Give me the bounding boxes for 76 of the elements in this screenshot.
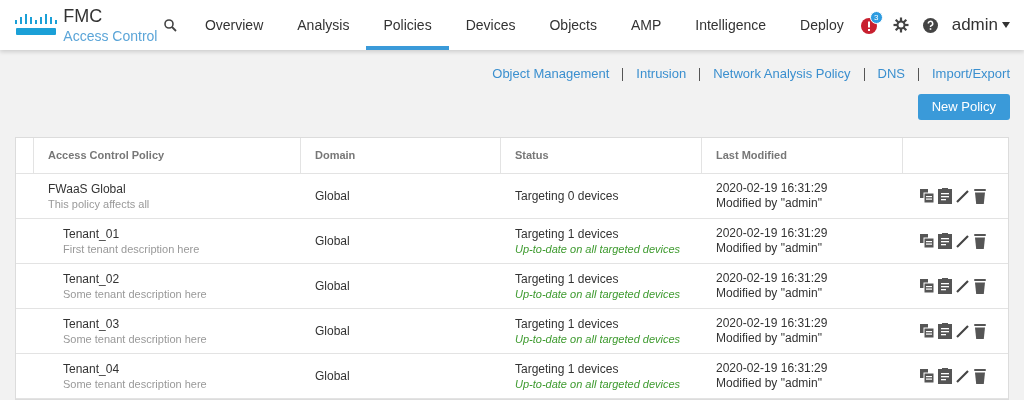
edit-icon[interactable] [956, 189, 970, 203]
delete-icon[interactable] [974, 368, 986, 384]
delete-icon[interactable] [974, 233, 986, 249]
nav-tab[interactable]: Analysis [280, 0, 367, 50]
edit-icon[interactable] [956, 369, 970, 383]
modified-time: 2020-02-19 16:31:29 [716, 361, 829, 376]
policy-name: Tenant_04 [63, 361, 121, 377]
nav-tab[interactable]: Intelligence [678, 0, 784, 50]
policy-description: Some tenant description here [63, 286, 208, 301]
domain-text: Global [315, 278, 350, 295]
modified-time: 2020-02-19 16:31:29 [716, 226, 829, 241]
copy-icon[interactable] [920, 324, 934, 338]
nav-tab[interactable]: Overview [187, 0, 281, 50]
policy-name: Tenant_01 [63, 226, 121, 242]
report-icon[interactable] [938, 188, 952, 204]
policy-name: FWaaS Global [48, 181, 127, 197]
nav-tab[interactable]: Policies [366, 0, 449, 50]
modified-by: Modified by "admin" [716, 376, 823, 391]
settings-icon[interactable] [892, 17, 909, 33]
status-detail: Up-to-date on all targeted devices [515, 286, 682, 301]
status-text: Targeting 1 devices [515, 316, 620, 332]
status-text: Targeting 1 devices [515, 361, 620, 377]
status-text: Targeting 1 devices [515, 226, 620, 242]
report-icon[interactable] [938, 233, 952, 249]
policy-description: Some tenant description here [63, 376, 208, 391]
modified-time: 2020-02-19 16:31:29 [716, 316, 829, 331]
edit-icon[interactable] [956, 324, 970, 338]
status-detail: Up-to-date on all targeted devices [515, 331, 682, 346]
report-icon[interactable] [938, 278, 952, 294]
search-icon[interactable] [164, 18, 178, 32]
copy-icon[interactable] [920, 369, 934, 383]
policy-name: Tenant_03 [63, 316, 121, 332]
modified-by: Modified by "admin" [716, 286, 823, 301]
policy-description: First tenant description here [63, 241, 201, 256]
nav-tab[interactable]: Objects [532, 0, 614, 50]
column-header: Last Modified [716, 148, 787, 164]
notification-badge: 3 [869, 11, 883, 24]
edit-icon[interactable] [956, 279, 970, 293]
help-icon[interactable] [922, 17, 938, 33]
policy-description: This policy affects all [48, 196, 151, 211]
domain-text: Global [315, 188, 350, 205]
user-menu[interactable]: admin [951, 12, 1010, 38]
domain-text: Global [315, 323, 350, 340]
copy-icon[interactable] [920, 189, 934, 203]
policy-name: Tenant_02 [63, 271, 121, 287]
domain-text: Global [315, 233, 350, 250]
delete-icon[interactable] [974, 323, 986, 339]
nav-tab[interactable]: Devices [448, 0, 533, 50]
modified-by: Modified by "admin" [716, 241, 823, 256]
copy-icon[interactable] [920, 234, 934, 248]
nav-tab[interactable]: AMP [613, 0, 679, 50]
copy-icon[interactable] [920, 279, 934, 293]
nav-tab[interactable]: Deploy [783, 0, 861, 50]
modified-by: Modified by "admin" [716, 196, 823, 211]
domain-text: Global [315, 368, 350, 385]
status-text: Targeting 0 devices [515, 188, 620, 204]
cisco-logo [14, 13, 58, 37]
edit-icon[interactable] [956, 234, 970, 248]
product-subtitle: Access Control [63, 27, 158, 45]
status-detail: Up-to-date on all targeted devices [515, 241, 682, 256]
status-text: Targeting 1 devices [515, 271, 620, 287]
status-detail: Up-to-date on all targeted devices [515, 376, 682, 391]
report-icon[interactable] [938, 368, 952, 384]
column-header: Domain [315, 148, 356, 164]
modified-by: Modified by "admin" [716, 331, 823, 346]
delete-icon[interactable] [974, 188, 986, 204]
report-icon[interactable] [938, 323, 952, 339]
policy-description: Some tenant description here [63, 331, 208, 346]
delete-icon[interactable] [974, 278, 986, 294]
column-header: Access Control Policy [48, 148, 165, 164]
product-name: FMC [63, 5, 104, 27]
caret-icon [1002, 22, 1010, 28]
column-header: Status [515, 148, 549, 164]
alert-icon[interactable] [860, 18, 877, 34]
modified-time: 2020-02-19 16:31:29 [716, 271, 829, 286]
modified-time: 2020-02-19 16:31:29 [716, 181, 829, 196]
